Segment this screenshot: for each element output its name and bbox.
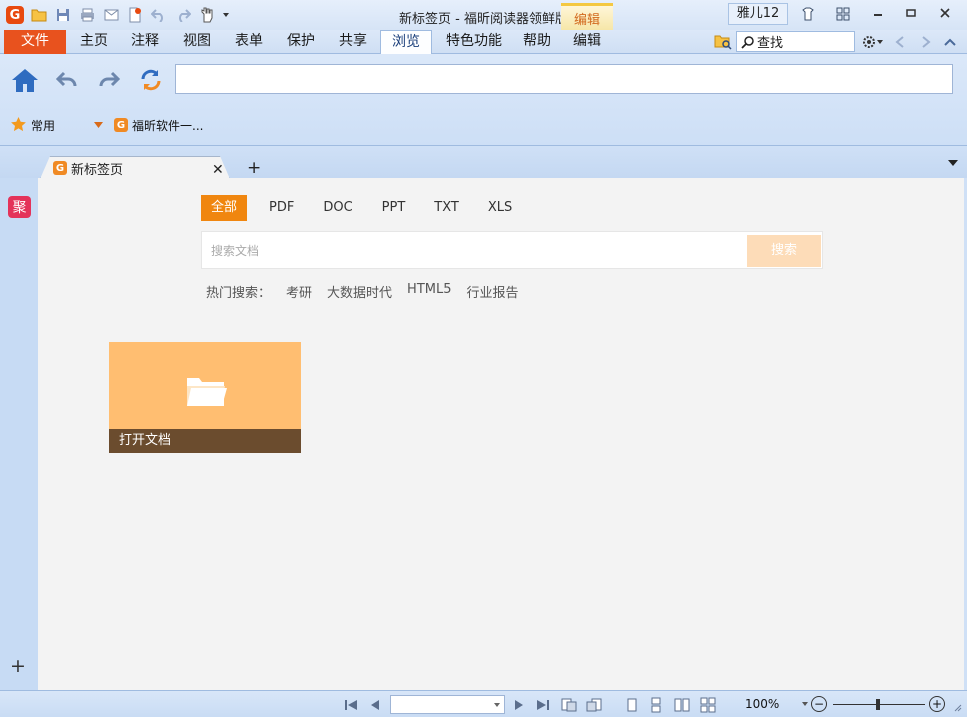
hot-search-term[interactable]: 考研 xyxy=(286,282,312,301)
find-field-value: 查找 xyxy=(757,36,784,51)
close-tab-icon[interactable]: ✕ xyxy=(212,162,224,178)
filter-xls[interactable]: XLS xyxy=(488,195,512,221)
open-document-label: 打开文档 xyxy=(109,429,301,453)
zoom-slider-handle[interactable] xyxy=(876,699,880,710)
find-next-icon[interactable] xyxy=(917,33,935,51)
hot-search-label: 热门搜索： xyxy=(206,286,272,301)
tab-new-tab-page[interactable]: G 新标签页 xyxy=(40,156,230,179)
tab-share[interactable]: 共享 xyxy=(331,30,375,54)
tab-edit[interactable]: 编辑 xyxy=(565,30,609,54)
hot-searches: 热门搜索： 考研 大数据时代 HTML5 行业报告 xyxy=(206,282,519,301)
window-title: 新标签页 - 福昕阅读器领鲜版 xyxy=(399,12,568,27)
star-icon xyxy=(10,116,27,135)
tab-list-dropdown-icon[interactable] xyxy=(948,160,958,166)
status-bar: 100% − + xyxy=(0,690,967,717)
next-view-icon[interactable] xyxy=(586,697,602,713)
filter-all[interactable]: 全部 xyxy=(201,195,248,221)
refresh-icon[interactable] xyxy=(137,66,165,94)
maximize-icon[interactable] xyxy=(900,4,922,22)
document-search-button[interactable]: 搜索 xyxy=(747,235,821,267)
grid-layout-icon[interactable] xyxy=(834,5,852,23)
page-number-input[interactable] xyxy=(390,695,505,714)
hot-search-term[interactable]: 行业报告 xyxy=(467,282,519,301)
favorite-site-link[interactable]: G 福昕软件一... xyxy=(114,115,203,135)
search-folder-icon[interactable] xyxy=(714,34,732,50)
open-document-tile[interactable]: 打开文档 xyxy=(109,342,301,453)
tab-home[interactable]: 主页 xyxy=(72,30,116,54)
favorites-dropdown-icon[interactable] xyxy=(94,115,103,135)
tab-view[interactable]: 视图 xyxy=(175,30,219,54)
hot-search-term[interactable]: 大数据时代 xyxy=(327,282,392,301)
tab-file[interactable]: 文件 xyxy=(4,30,66,54)
filter-txt[interactable]: TXT xyxy=(434,195,459,221)
zoom-level[interactable]: 100% xyxy=(745,697,779,711)
next-page-icon[interactable] xyxy=(511,697,527,713)
hot-search-term[interactable]: HTML5 xyxy=(407,282,451,301)
magnifier-icon xyxy=(739,33,757,51)
home-icon[interactable] xyxy=(11,66,39,94)
previous-view-icon[interactable] xyxy=(561,697,577,713)
new-tab-plus-icon[interactable]: + xyxy=(247,158,261,178)
tab-form[interactable]: 表单 xyxy=(227,30,271,54)
tab-title: 新标签页 xyxy=(71,162,124,178)
foxit-logo-icon: G xyxy=(114,118,128,132)
minimize-icon[interactable] xyxy=(867,4,889,22)
filter-ppt[interactable]: PPT xyxy=(382,195,406,221)
skin-icon[interactable] xyxy=(799,5,817,23)
foxit-tab-logo-icon: G xyxy=(53,161,67,175)
ju-app-icon[interactable]: 聚 xyxy=(8,196,31,218)
tab-protect[interactable]: 保护 xyxy=(279,30,323,54)
resize-grip-icon[interactable] xyxy=(949,699,965,715)
ribbon-browse-panel: 常用 G 福昕软件一... xyxy=(0,54,967,146)
back-icon[interactable] xyxy=(53,66,81,94)
continuous-page-icon[interactable] xyxy=(648,697,664,713)
zoom-in-icon[interactable]: + xyxy=(929,696,945,712)
favorites-common-button[interactable]: 常用 xyxy=(10,115,55,135)
doc-type-filter: 全部 PDF DOC PPT TXT XLS xyxy=(201,195,541,221)
previous-page-icon[interactable] xyxy=(367,697,383,713)
tab-browse[interactable]: 浏览 xyxy=(380,30,432,55)
zoom-out-icon[interactable]: − xyxy=(811,696,827,712)
document-search-placeholder: 搜索文档 xyxy=(211,244,260,258)
zoom-dropdown-icon[interactable] xyxy=(802,702,808,706)
last-page-icon[interactable] xyxy=(535,697,551,713)
tab-features[interactable]: 特色功能 xyxy=(437,30,511,54)
document-tab-strip: G 新标签页 ✕ + xyxy=(0,146,967,179)
add-sidebar-plus-icon[interactable]: + xyxy=(10,655,26,677)
folder-open-icon xyxy=(184,374,228,410)
tab-comment[interactable]: 注释 xyxy=(123,30,167,54)
find-field[interactable]: 查找 xyxy=(736,31,855,52)
favorites-common-label: 常用 xyxy=(31,118,56,133)
single-page-icon[interactable] xyxy=(624,697,640,713)
left-sidebar: 聚 + xyxy=(0,178,38,690)
continuous-facing-icon[interactable] xyxy=(700,697,716,713)
find-previous-icon[interactable] xyxy=(891,33,909,51)
first-page-icon[interactable] xyxy=(343,697,359,713)
context-tab-group-edit: 编辑 xyxy=(561,3,613,30)
search-options-chevron-down-icon[interactable] xyxy=(876,33,884,51)
address-bar-input[interactable] xyxy=(175,64,953,94)
collapse-ribbon-icon[interactable] xyxy=(941,33,959,51)
favorite-site-label: 福昕软件一... xyxy=(132,118,204,133)
close-window-icon[interactable] xyxy=(934,4,956,22)
forward-icon[interactable] xyxy=(95,66,123,94)
tab-help[interactable]: 帮助 xyxy=(515,30,559,54)
title-bar: G 新标签页 - 福昕阅读器领鲜版 编辑 雅儿12 xyxy=(0,0,967,30)
document-search-box[interactable]: 搜索文档 搜索 xyxy=(201,231,823,269)
new-tab-page: 全部 PDF DOC PPT TXT XLS 搜索文档 搜索 热门搜索： 考研 … xyxy=(38,178,964,690)
user-account-button[interactable]: 雅儿12 xyxy=(728,3,788,25)
filter-pdf[interactable]: PDF xyxy=(269,195,294,221)
facing-pages-icon[interactable] xyxy=(674,697,690,713)
filter-doc[interactable]: DOC xyxy=(323,195,352,221)
page-dropdown-icon[interactable] xyxy=(494,703,500,707)
